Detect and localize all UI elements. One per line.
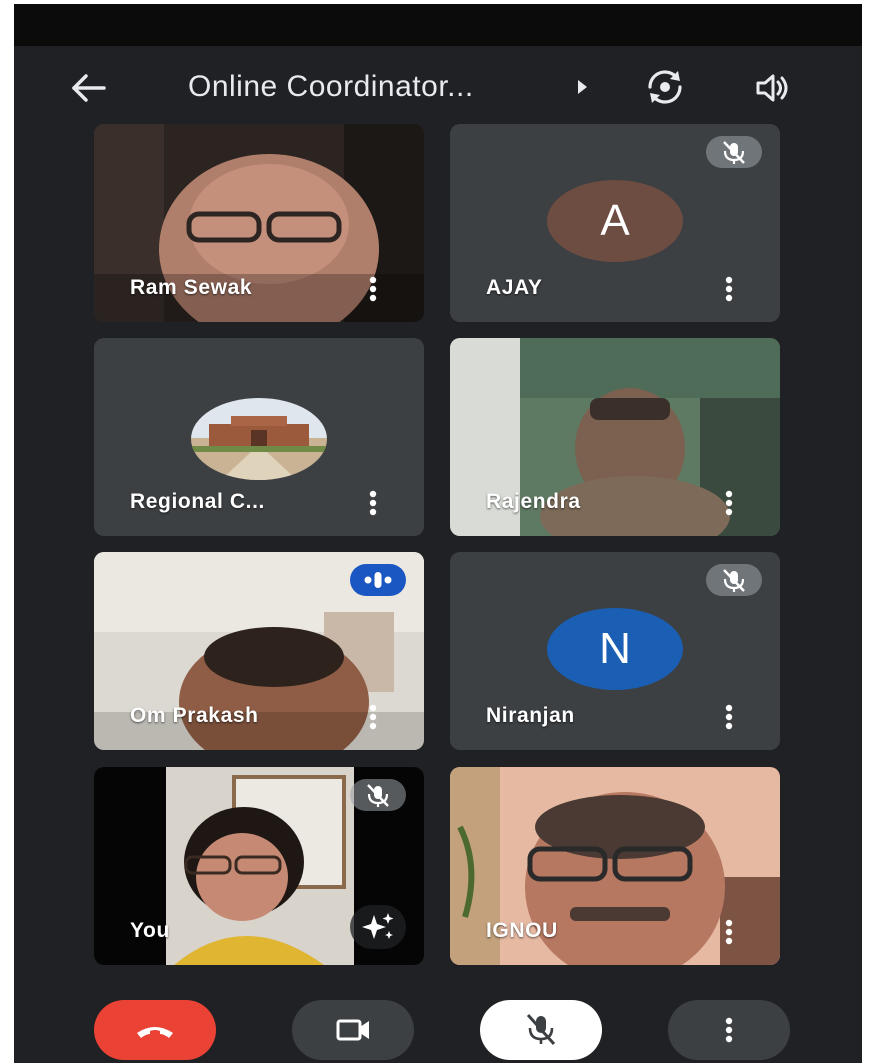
participant-tile-om-prakash[interactable]: Om Prakash [94,552,424,750]
camera-icon [336,1019,369,1041]
participant-name: AJAY [486,276,543,299]
back-arrow-icon[interactable] [66,68,112,108]
camera-toggle-button[interactable] [292,1000,414,1060]
participant-tile-rajendra[interactable]: Rajendra [450,338,780,536]
mic-off-icon [350,779,406,811]
status-bar [14,4,862,46]
participant-name: You [130,919,170,942]
participant-name: IGNOU [486,919,558,942]
more-vertical-icon[interactable] [366,276,380,302]
participant-tile-ajay[interactable]: A AJAY [450,124,780,322]
call-header: Online Coordinator... [14,56,862,120]
participant-name: Om Prakash [130,704,259,727]
effects-sparkle-icon[interactable] [350,905,406,949]
avatar-initial: N [599,624,631,673]
mic-off-icon [706,564,762,596]
participant-tile-ram-sewak[interactable]: Ram Sewak [94,124,424,322]
more-vertical-icon[interactable] [722,919,736,945]
end-call-icon [137,1027,173,1038]
avatar [191,398,327,480]
avatar: A [547,180,683,262]
switch-camera-icon[interactable] [644,66,686,108]
end-call-button[interactable] [94,1000,216,1060]
participant-name: Rajendra [486,490,581,513]
more-vertical-icon[interactable] [366,704,380,730]
mic-off-icon [526,1013,556,1046]
participant-name: Niranjan [486,704,575,727]
avatar: N [547,608,683,690]
meet-screen: Online Coordinator... Ram Sewak A AJAY R… [14,4,862,1063]
meeting-title[interactable]: Online Coordinator... [188,70,474,104]
speaker-icon[interactable] [752,68,792,108]
speaking-indicator-icon [350,564,406,596]
participant-tile-you[interactable]: You [94,767,424,965]
more-vertical-icon[interactable] [722,490,736,516]
participant-tile-ignou[interactable]: IGNOU [450,767,780,965]
mic-off-icon [706,136,762,168]
avatar-initial: A [600,196,630,245]
more-vertical-icon[interactable] [366,490,380,516]
call-controls [14,990,862,1063]
more-options-button[interactable] [668,1000,790,1060]
more-vertical-icon[interactable] [722,704,736,730]
more-vertical-icon[interactable] [722,276,736,302]
more-vertical-icon [725,1017,733,1043]
participant-tile-regional-centre[interactable]: Regional C... [94,338,424,536]
participant-tile-niranjan[interactable]: N Niranjan [450,552,780,750]
caret-right-icon[interactable] [578,80,587,94]
mic-toggle-button[interactable] [480,1000,602,1060]
participant-name: Ram Sewak [130,276,253,299]
participant-name: Regional C... [130,490,265,513]
